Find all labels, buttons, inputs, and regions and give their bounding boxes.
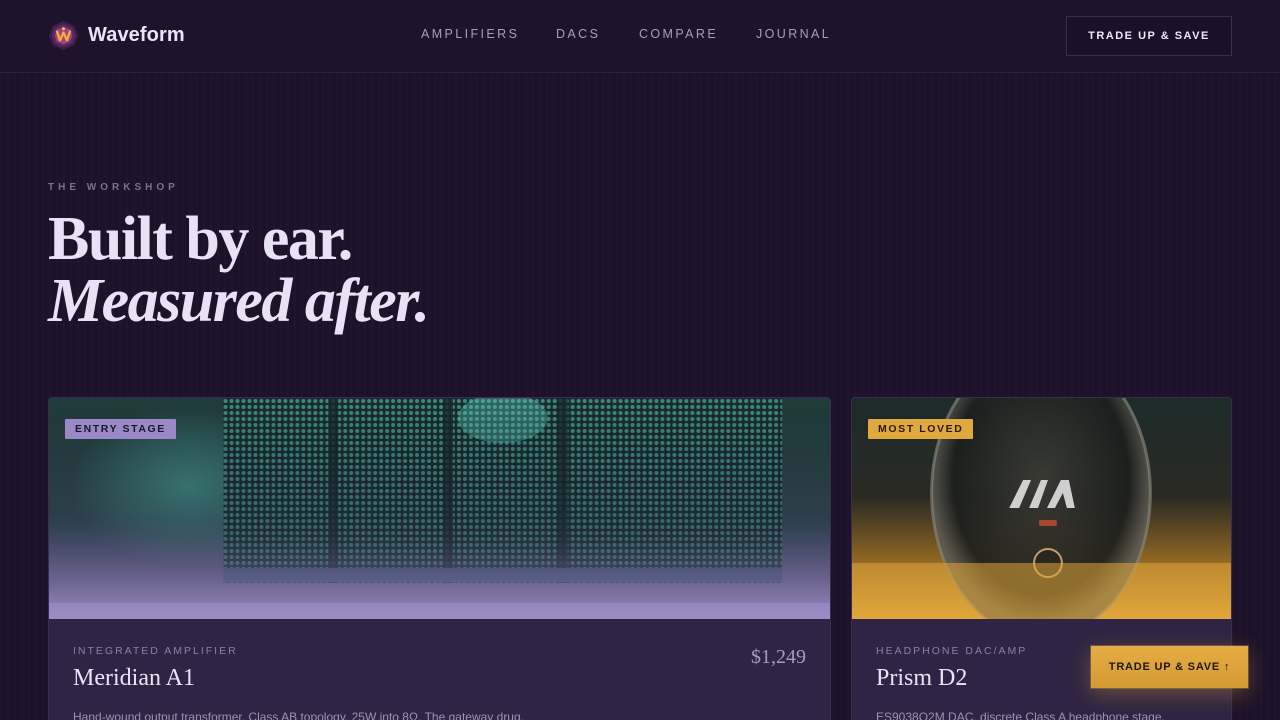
product-description: ES9038Q2M DAC, discrete Class A headphon… <box>876 710 1165 720</box>
product-title[interactable]: Prism D2 <box>876 665 967 692</box>
badge-entry-stage: ENTRY STAGE <box>65 419 176 439</box>
headline-line-1: Built by ear. <box>48 205 353 273</box>
card-body: INTEGRATED AMPLIFIER Meridian A1 $1,249 … <box>49 619 830 720</box>
product-category: HEADPHONE DAC/AMP <box>876 645 1028 657</box>
product-card-meridian[interactable]: ENTRY STAGE INTEGRATED AMPLIFIER Meridia… <box>48 397 831 720</box>
nav-item-dacs[interactable]: DACS <box>556 27 600 41</box>
floating-trade-up-button[interactable]: TRADE UP & SAVE ↑ <box>1091 646 1248 688</box>
product-image-amplifier: ENTRY STAGE <box>49 398 830 619</box>
nav-item-journal[interactable]: JOURNAL <box>756 27 831 41</box>
hero-eyebrow: THE WORKSHOP <box>48 182 179 193</box>
nav-item-amplifiers[interactable]: AMPLIFIERS <box>421 27 519 41</box>
hero-headline: Built by ear. Measured after. <box>48 205 430 335</box>
badge-most-loved: MOST LOVED <box>868 419 974 439</box>
product-image-dac: MOST LOVED <box>852 398 1231 619</box>
product-price: $1,249 <box>751 646 806 668</box>
headline-line-2: Measured after. <box>48 267 430 335</box>
product-description: Hand-wound output transformer. Class AB … <box>73 710 524 720</box>
nav-item-compare[interactable]: COMPARE <box>639 27 718 41</box>
product-category: INTEGRATED AMPLIFIER <box>73 645 238 657</box>
trade-up-button[interactable]: TRADE UP & SAVE <box>1066 16 1232 56</box>
site-header: Waveform AMPLIFIERS DACS COMPARE JOURNAL… <box>0 0 1280 73</box>
product-title[interactable]: Meridian A1 <box>73 665 195 692</box>
